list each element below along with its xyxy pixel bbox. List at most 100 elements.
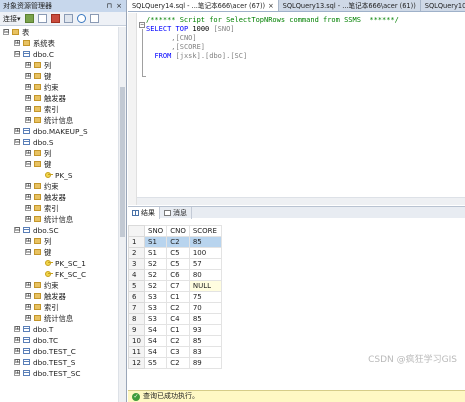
tree-node[interactable]: ⊞ 约束 [0, 82, 118, 93]
row-number[interactable]: 1 [128, 236, 145, 248]
tab-query-2[interactable]: SQLQuery10.sql [421, 0, 465, 11]
table-cell[interactable]: C2 [166, 335, 190, 347]
table-cell[interactable]: S5 [143, 357, 168, 369]
table-cell[interactable]: C5 [166, 247, 190, 259]
expand-node-icon[interactable]: ⊞ [25, 315, 31, 321]
table-cell[interactable]: S1 [143, 247, 168, 259]
tree-node[interactable]: ⊞ 列 [0, 60, 118, 71]
row-number[interactable]: 4 [128, 269, 145, 281]
row-number[interactable]: 8 [128, 313, 145, 325]
tree-node[interactable]: ⊞ dbo.TEST_SC [0, 368, 118, 379]
tree-node[interactable]: FK_SC_C [0, 269, 118, 280]
collapse-node-icon[interactable]: ⊟ [3, 29, 9, 35]
table-cell[interactable]: 75 [188, 291, 222, 303]
tree-node[interactable]: ⊞ dbo.T [0, 324, 118, 335]
table-cell[interactable]: S4 [143, 335, 168, 347]
collapse-node-icon[interactable]: ⊟ [14, 51, 20, 57]
table-cell[interactable]: S4 [143, 346, 168, 358]
row-number[interactable]: 3 [128, 258, 145, 270]
tree-node[interactable]: ⊟ dbo.SC [0, 225, 118, 236]
table-row[interactable]: 9 S4 C1 93 [128, 324, 222, 336]
column-header[interactable]: SNO [143, 225, 168, 237]
table-cell[interactable]: 57 [188, 258, 222, 270]
row-number[interactable]: 10 [128, 335, 145, 347]
tree-node[interactable]: ⊟ 键 [0, 247, 118, 258]
expand-node-icon[interactable]: ⊞ [14, 337, 20, 343]
scrollbar-thumb[interactable] [120, 87, 125, 237]
table-cell[interactable]: S4 [143, 324, 168, 336]
row-number[interactable]: 9 [128, 324, 145, 336]
table-cell[interactable]: 93 [188, 324, 222, 336]
pin-icon[interactable]: ⊓ [107, 0, 112, 12]
tree-node[interactable]: ⊞ dbo.MAKEUP_S [0, 126, 118, 137]
expand-node-icon[interactable]: ⊞ [14, 40, 20, 46]
table-cell[interactable]: S3 [143, 313, 168, 325]
column-header[interactable]: SCORE [188, 225, 222, 237]
table-cell[interactable]: C1 [166, 291, 190, 303]
table-row[interactable]: 12 S5 C2 89 [128, 357, 222, 369]
connect-button[interactable]: 连接▾ [3, 14, 21, 24]
tree-node[interactable]: ⊞ 索引 [0, 302, 118, 313]
tab-query-0[interactable]: SQLQuery14.sql - ...笔记本666\acer (67)) × [128, 0, 279, 11]
table-cell[interactable]: S2 [143, 269, 168, 281]
table-row[interactable]: 8 S3 C4 85 [128, 313, 222, 325]
collapse-node-icon[interactable]: ⊟ [25, 249, 31, 255]
table-row[interactable]: 5 S2 C7 NULL [128, 280, 222, 292]
tree-node[interactable]: ⊞ 触发器 [0, 291, 118, 302]
tree-node[interactable]: ⊞ dbo.TC [0, 335, 118, 346]
table-cell[interactable]: S2 [143, 258, 168, 270]
tree-node[interactable]: ⊟ 表 [0, 27, 118, 38]
tree-node[interactable]: ⊞ 列 [0, 148, 118, 159]
table-cell[interactable]: 85 [188, 313, 222, 325]
table-cell[interactable]: S1 [143, 236, 168, 248]
disconnect-icon[interactable] [37, 14, 47, 23]
tree-node[interactable]: ⊞ 统计信息 [0, 313, 118, 324]
expand-node-icon[interactable]: ⊞ [25, 73, 31, 79]
table-cell[interactable]: 70 [188, 302, 222, 314]
refresh-icon[interactable] [76, 14, 86, 23]
row-number[interactable]: 12 [128, 357, 145, 369]
tree-node[interactable]: ⊞ 触发器 [0, 192, 118, 203]
editor-horizontal-scrollbar[interactable] [137, 197, 465, 205]
tree-node[interactable]: PK_SC_1 [0, 258, 118, 269]
expand-node-icon[interactable]: ⊞ [25, 205, 31, 211]
expand-node-icon[interactable]: ⊞ [25, 117, 31, 123]
tree-node[interactable]: ⊞ 索引 [0, 104, 118, 115]
expand-node-icon[interactable]: ⊞ [25, 62, 31, 68]
table-cell[interactable]: C6 [166, 269, 190, 281]
query-editor[interactable]: − /****** Script for SelectTopNRows comm… [128, 13, 465, 205]
expand-node-icon[interactable]: ⊞ [25, 106, 31, 112]
table-row[interactable]: 10 S4 C2 85 [128, 335, 222, 347]
table-row[interactable]: 11 S4 C3 83 [128, 346, 222, 358]
expand-node-icon[interactable]: ⊞ [14, 370, 20, 376]
table-cell[interactable]: 80 [188, 269, 222, 281]
expand-node-icon[interactable]: ⊞ [25, 216, 31, 222]
tab-query-1[interactable]: SQLQuery13.sql - ...笔记本666\acer (61)) [279, 0, 421, 11]
row-number[interactable]: 2 [128, 247, 145, 259]
close-icon[interactable]: × [116, 0, 122, 12]
row-number[interactable]: 7 [128, 302, 145, 314]
collapse-icon[interactable]: − [139, 22, 145, 28]
table-cell[interactable]: 85 [188, 335, 222, 347]
tree-node[interactable]: ⊞ 约束 [0, 181, 118, 192]
connect-icon[interactable] [24, 14, 34, 23]
tree-node[interactable]: ⊞ 系统表 [0, 38, 118, 49]
table-cell[interactable]: C2 [166, 302, 190, 314]
row-number[interactable]: 5 [128, 280, 145, 292]
tree-node[interactable]: PK_S [0, 170, 118, 181]
filter-icon[interactable] [63, 14, 73, 23]
expand-node-icon[interactable]: ⊞ [25, 282, 31, 288]
explorer-scrollbar[interactable] [118, 27, 126, 402]
table-cell[interactable]: 89 [188, 357, 222, 369]
tab-close-icon[interactable]: × [268, 2, 274, 10]
table-row[interactable]: 7 S3 C2 70 [128, 302, 222, 314]
tree-node[interactable]: ⊞ 统计信息 [0, 115, 118, 126]
table-row[interactable]: 1 S1 C2 85 [128, 236, 222, 248]
table-cell[interactable]: 83 [188, 346, 222, 358]
tree-node[interactable]: ⊞ 索引 [0, 203, 118, 214]
expand-node-icon[interactable]: ⊞ [14, 326, 20, 332]
activity-monitor-icon[interactable] [89, 14, 99, 23]
expand-node-icon[interactable]: ⊞ [25, 95, 31, 101]
table-cell[interactable]: S3 [143, 302, 168, 314]
table-cell[interactable]: NULL [188, 280, 222, 292]
